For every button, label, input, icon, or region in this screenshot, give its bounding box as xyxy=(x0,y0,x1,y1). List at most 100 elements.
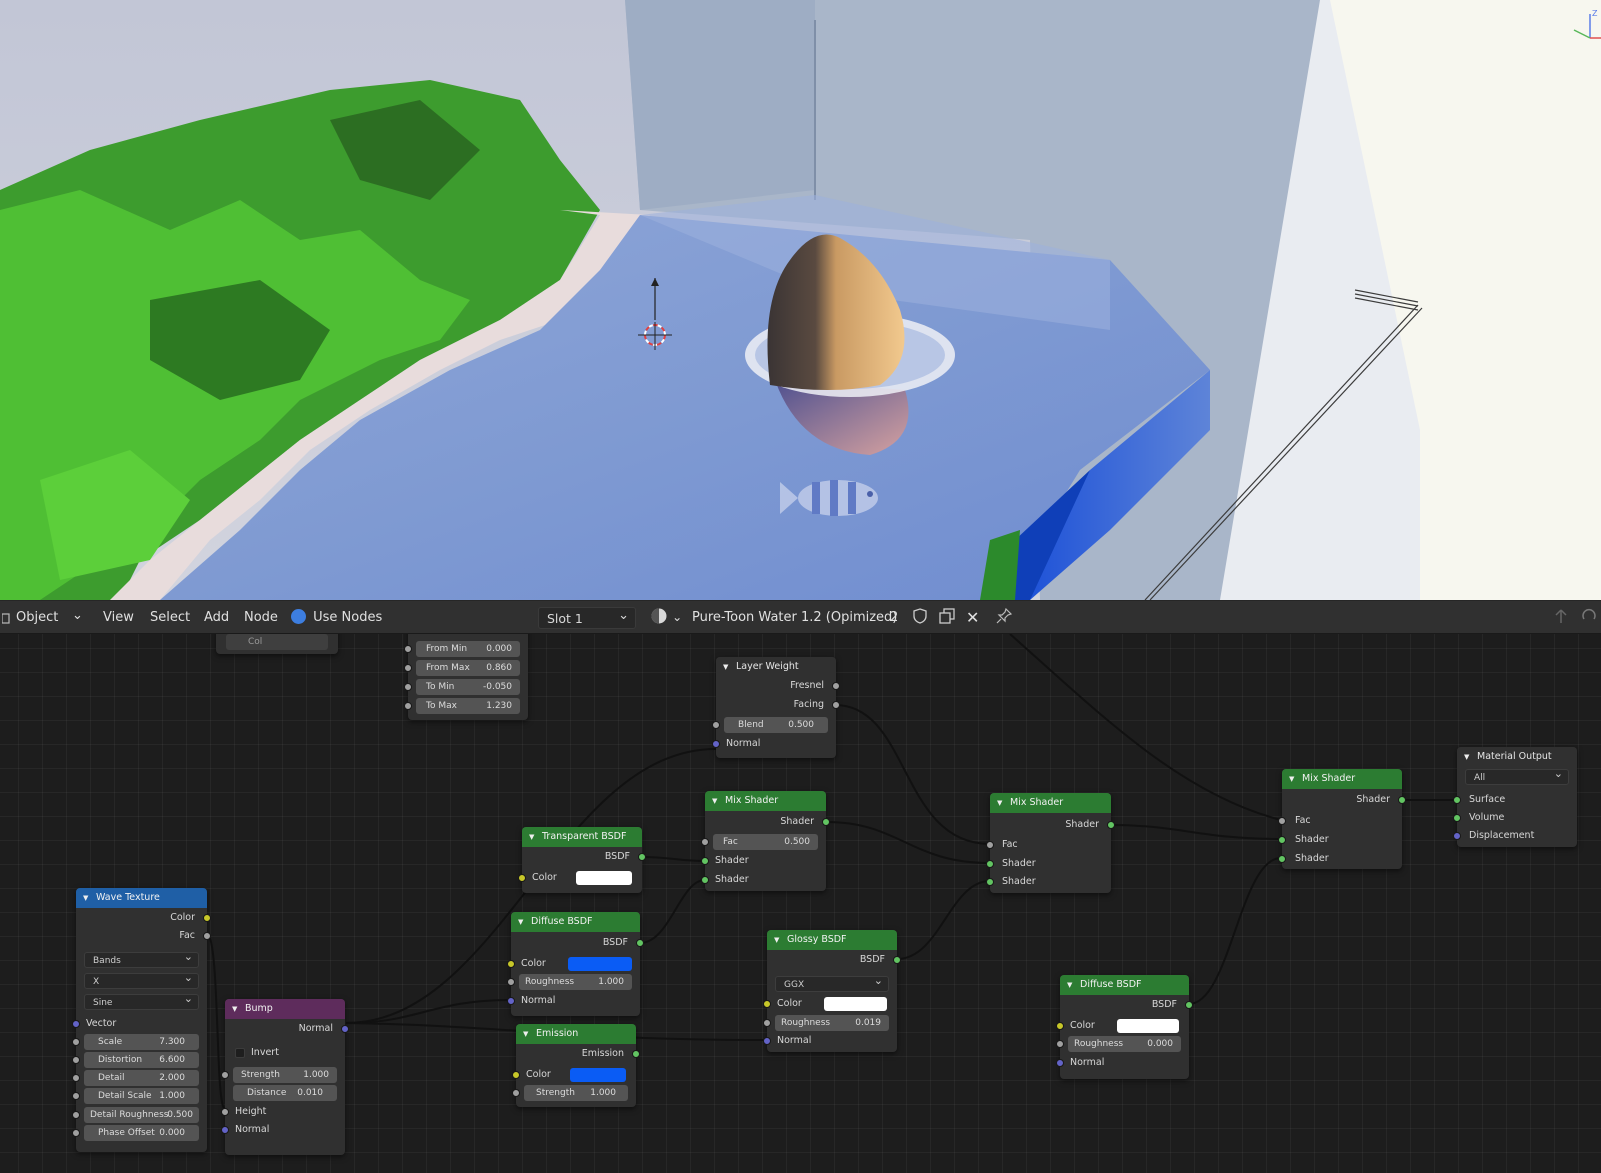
roughness-field-row[interactable]: Roughness 1.000 xyxy=(507,973,640,991)
distortion-field-row[interactable]: Distortion 6.600 xyxy=(72,1051,207,1069)
scale-field-row[interactable]: Scale 7.300 xyxy=(72,1033,207,1051)
socket[interactable] xyxy=(1278,836,1286,844)
target-dropdown-row[interactable]: All xyxy=(1457,766,1577,786)
socket[interactable] xyxy=(822,818,830,826)
editor-type-icon[interactable] xyxy=(1,601,14,634)
socket[interactable] xyxy=(341,1025,349,1033)
socket[interactable] xyxy=(507,978,515,986)
socket[interactable] xyxy=(404,683,412,691)
transparent-bsdf-node[interactable]: Transparent BSDF BSDF Color xyxy=(518,827,646,893)
mode-dropdown[interactable]: Object ⌄ xyxy=(16,601,83,634)
socket[interactable] xyxy=(1056,1022,1064,1030)
socket[interactable] xyxy=(507,997,515,1005)
socket[interactable] xyxy=(986,878,994,886)
color-swatch[interactable] xyxy=(576,871,632,885)
node-header[interactable]: Emission xyxy=(516,1024,636,1044)
socket[interactable] xyxy=(72,1038,80,1046)
socket[interactable] xyxy=(701,876,709,884)
3d-viewport[interactable]: Z xyxy=(0,0,1601,600)
invert-checkbox-row[interactable]: Invert xyxy=(225,1044,345,1062)
phase-offset-field-row[interactable]: Phase Offset 0.000 xyxy=(72,1124,207,1142)
socket[interactable] xyxy=(701,857,709,865)
node-header[interactable]: Transparent BSDF xyxy=(522,827,642,847)
wave-texture-node[interactable]: Wave Texture Color Fac Bands X Sine Vect… xyxy=(72,888,211,1152)
socket[interactable] xyxy=(72,1092,80,1100)
detail-field-row[interactable]: Detail 2.000 xyxy=(72,1069,207,1087)
socket[interactable] xyxy=(203,914,211,922)
node-header[interactable]: Diffuse BSDF xyxy=(511,912,640,932)
partial-node-field[interactable]: Col xyxy=(226,634,328,650)
socket[interactable] xyxy=(404,702,412,710)
diffuse-bsdf-node-2[interactable]: Diffuse BSDF BSDF Color Roughness0.000 N… xyxy=(1056,975,1193,1079)
color-swatch[interactable] xyxy=(1117,1019,1179,1033)
socket[interactable] xyxy=(701,838,709,846)
fake-user-shield-icon[interactable] xyxy=(912,601,928,634)
socket[interactable] xyxy=(507,960,515,968)
socket[interactable] xyxy=(712,721,720,729)
socket[interactable] xyxy=(636,939,644,947)
node-header[interactable]: Mix Shader xyxy=(1282,769,1402,789)
diffuse-bsdf-node-1[interactable]: Diffuse BSDF BSDF Color Roughness1.000 N… xyxy=(507,912,644,1016)
material-browse-button[interactable]: ⌄ xyxy=(650,601,682,634)
wave-profile-dropdown[interactable]: Sine xyxy=(84,991,199,1010)
socket[interactable] xyxy=(1453,814,1461,822)
node-header[interactable]: Mix Shader xyxy=(705,791,826,811)
node-header[interactable]: Wave Texture xyxy=(76,888,207,908)
socket[interactable] xyxy=(763,1019,771,1027)
distribution-dropdown[interactable]: GGX xyxy=(775,973,889,992)
menu-view[interactable]: View xyxy=(103,601,134,634)
menu-add[interactable]: Add xyxy=(204,601,229,634)
socket[interactable] xyxy=(221,1108,229,1116)
material-name-field[interactable]: Pure-Toon Water 1.2 (Opimized) xyxy=(692,601,897,634)
socket[interactable] xyxy=(986,860,994,868)
node-header[interactable]: Glossy BSDF xyxy=(767,930,897,950)
socket[interactable] xyxy=(72,1111,80,1119)
node-header[interactable]: Diffuse BSDF xyxy=(1060,975,1189,995)
color-swatch[interactable] xyxy=(570,1068,626,1082)
roughness-field-row[interactable]: Roughness 0.019 xyxy=(763,1014,897,1032)
menu-select[interactable]: Select xyxy=(150,601,190,634)
map-range-from-min-row[interactable]: From Min 0.000 xyxy=(404,640,528,658)
socket[interactable] xyxy=(1398,796,1406,804)
node-header[interactable]: Material Output xyxy=(1457,747,1577,767)
use-nodes-toggle[interactable]: Use Nodes xyxy=(291,601,382,634)
socket[interactable] xyxy=(512,1089,520,1097)
pin-icon[interactable] xyxy=(996,601,1013,634)
parent-node-tree-icon[interactable] xyxy=(1553,601,1569,634)
blend-field-row[interactable]: Blend 0.500 xyxy=(712,716,836,734)
color-swatch[interactable] xyxy=(824,997,887,1011)
color-swatch[interactable] xyxy=(568,957,632,971)
bump-node[interactable]: Bump Normal Invert Strength1.000 Distanc… xyxy=(221,999,349,1155)
slot-dropdown[interactable]: Slot 1 ⌄ xyxy=(538,607,636,629)
node-header[interactable]: Layer Weight xyxy=(716,657,836,677)
mix-shader-node-2[interactable]: Mix Shader Shader Fac Shader Shader xyxy=(986,793,1115,893)
mix-shader-node-1[interactable]: Mix Shader Shader Fac0.500 Shader Shader xyxy=(701,791,830,891)
socket[interactable] xyxy=(1107,821,1115,829)
distance-field-row[interactable]: Distance 0.010 xyxy=(225,1084,345,1102)
socket[interactable] xyxy=(203,932,211,940)
unlink-close-icon[interactable]: ✕ xyxy=(966,601,979,634)
socket[interactable] xyxy=(404,645,412,653)
node-header[interactable]: Mix Shader xyxy=(990,793,1111,813)
detail-roughness-field-row[interactable]: Detail Roughness 0.500 xyxy=(72,1106,207,1124)
detail-scale-field-row[interactable]: Detail Scale 1.000 xyxy=(72,1087,207,1105)
socket[interactable] xyxy=(221,1126,229,1134)
layer-weight-node[interactable]: Layer Weight Fresnel Facing Blend0.500 N… xyxy=(712,657,840,758)
strength-field-row[interactable]: Strength 1.000 xyxy=(512,1084,636,1102)
snap-icon[interactable] xyxy=(1580,601,1598,634)
socket[interactable] xyxy=(1453,832,1461,840)
socket[interactable] xyxy=(1278,855,1286,863)
socket[interactable] xyxy=(986,841,994,849)
socket[interactable] xyxy=(512,1071,520,1079)
socket[interactable] xyxy=(72,1020,80,1028)
material-output-node[interactable]: Material Output All Surface Volume Displ… xyxy=(1453,747,1577,847)
socket[interactable] xyxy=(632,1050,640,1058)
socket[interactable] xyxy=(518,874,526,882)
socket[interactable] xyxy=(893,956,901,964)
map-range-node[interactable]: From Min 0.000 From Max 0.860 To Min -0.050… xyxy=(404,634,528,720)
socket[interactable] xyxy=(72,1074,80,1082)
socket[interactable] xyxy=(1453,796,1461,804)
socket[interactable] xyxy=(221,1071,229,1079)
node-editor-canvas[interactable]: Col From Min 0.000 From Max 0.860 To Min -0… xyxy=(0,634,1601,1173)
emission-node[interactable]: Emission Emission Color Strength1.000 xyxy=(512,1024,640,1107)
